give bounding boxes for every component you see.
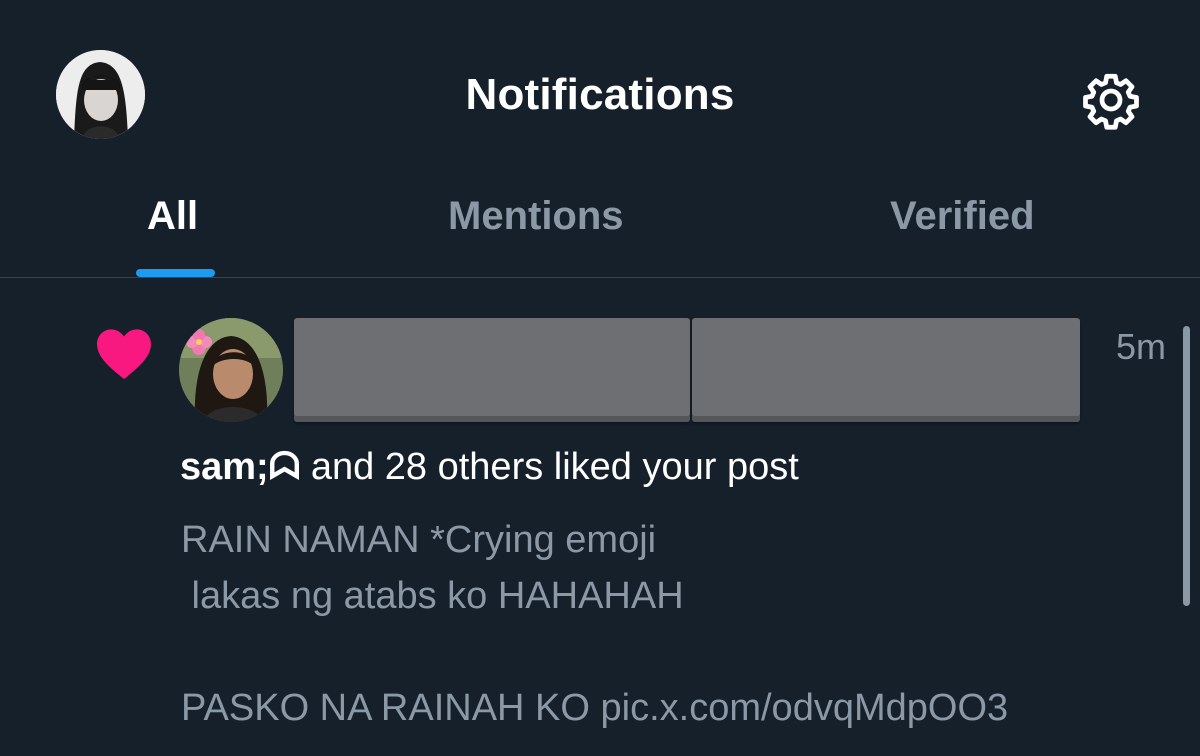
post-text-line <box>181 624 1181 680</box>
top-bar: Notifications <box>0 0 1200 180</box>
notification-tabs: All Mentions Verified <box>0 180 1200 278</box>
liker-avatar[interactable] <box>179 318 283 422</box>
post-text-line: PASKO NA RAINAH KO pic.x.com/odvqMdpOO3 <box>181 687 1009 729</box>
tab-all[interactable]: All <box>147 194 198 239</box>
gear-icon <box>1083 73 1139 130</box>
tabs-divider <box>0 277 1200 278</box>
redacted-avatars-block <box>692 318 1080 422</box>
notification-time: 5m <box>1116 326 1167 367</box>
post-preview[interactable]: RAIN NAMAN *Crying emoji lakas ng atabs … <box>181 512 1181 736</box>
heart-icon <box>97 329 151 380</box>
liker-name[interactable]: sam;ᗣ <box>180 446 300 488</box>
summary-text: and 28 others liked your post <box>300 446 799 488</box>
user-avatar <box>179 318 283 422</box>
settings-button[interactable] <box>1078 67 1144 133</box>
scrollbar[interactable] <box>1183 326 1190 606</box>
tab-verified[interactable]: Verified <box>890 194 1035 239</box>
notification-summary: sam;ᗣ and 28 others liked your post <box>180 446 799 489</box>
page-title: Notifications <box>465 70 735 119</box>
redacted-avatars-block <box>294 318 690 422</box>
post-text-line: RAIN NAMAN *Crying emoji <box>181 519 657 561</box>
tab-mentions[interactable]: Mentions <box>448 194 624 239</box>
active-tab-indicator <box>136 269 215 277</box>
post-text-line: lakas ng atabs ko HAHAHAH <box>181 575 684 617</box>
